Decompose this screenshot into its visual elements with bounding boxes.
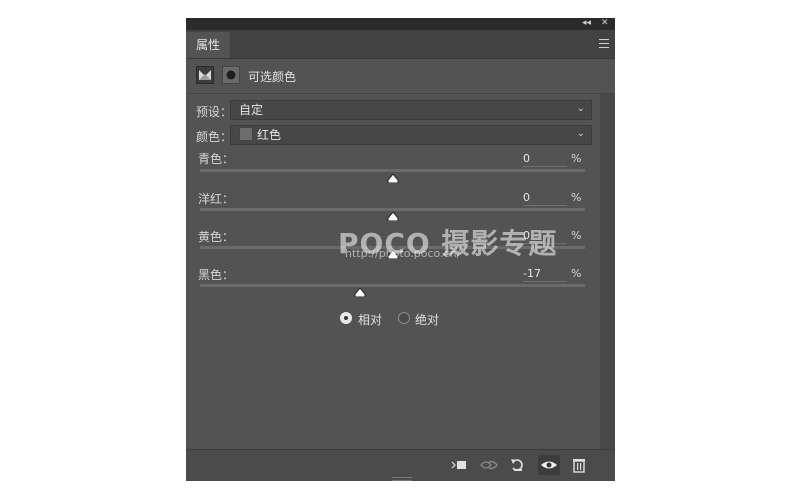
colors-value: 红色 (257, 128, 282, 142)
panel-bottom-toolbar (186, 449, 615, 481)
adjustment-mode-icon[interactable] (196, 66, 214, 84)
black-slider-track[interactable] (200, 284, 585, 287)
view-previous-icon[interactable] (478, 455, 500, 475)
preset-label: 预设： (196, 105, 233, 119)
absolute-radio[interactable] (398, 312, 410, 324)
cyan-slider-track[interactable] (200, 169, 585, 172)
panel-titlebar: ◂◂ ✕ (186, 18, 615, 30)
panel-tab-bar: 属性 (186, 30, 615, 59)
yellow-unit: % (571, 229, 582, 242)
chevron-down-icon: ⌄ (576, 128, 585, 139)
cyan-unit: % (571, 152, 582, 165)
colors-label: 颜色： (196, 130, 233, 144)
chevron-down-icon: ⌄ (576, 103, 585, 114)
watermark-url: http://photo.poco.cn/ (345, 247, 461, 260)
panel-menu-icon[interactable] (599, 39, 609, 48)
cyan-slider-knob[interactable] (387, 174, 399, 183)
preset-dropdown[interactable]: 自定 ⌄ (230, 100, 592, 120)
cyan-label: 青色： (198, 152, 235, 166)
black-label: 黑色： (198, 268, 235, 282)
tab-properties[interactable]: 属性 (186, 32, 230, 58)
close-icon[interactable]: ✕ (601, 17, 609, 29)
adjustment-title: 可选颜色 (248, 70, 297, 84)
yellow-label: 黄色： (198, 230, 235, 244)
black-value-input[interactable]: -17 (523, 267, 567, 282)
black-slider-knob[interactable] (354, 288, 366, 297)
adjustment-header: 可选颜色 (186, 59, 615, 94)
collapse-icon[interactable]: ◂◂ (582, 17, 591, 29)
clip-to-layer-icon[interactable] (448, 455, 470, 475)
colors-dropdown[interactable]: 红色 ⌄ (230, 125, 592, 145)
absolute-label: 绝对 (415, 313, 440, 327)
magenta-slider-knob[interactable] (387, 212, 399, 221)
reset-icon[interactable] (507, 455, 529, 475)
resize-grip[interactable] (392, 477, 412, 481)
color-swatch (239, 127, 253, 141)
panel-scrollbar[interactable] (600, 94, 615, 449)
mask-mode-icon[interactable] (222, 66, 240, 84)
magenta-label: 洋红： (198, 192, 235, 206)
magenta-slider-track[interactable] (200, 208, 585, 211)
magenta-value-input[interactable]: 0 (523, 191, 567, 206)
cyan-value-input[interactable]: 0 (523, 152, 567, 167)
visibility-eye-icon[interactable] (538, 455, 560, 475)
black-unit: % (571, 267, 582, 280)
relative-radio[interactable] (340, 312, 352, 324)
preset-value: 自定 (239, 103, 264, 117)
relative-label: 相对 (358, 313, 383, 327)
trash-icon[interactable] (568, 455, 590, 475)
magenta-unit: % (571, 191, 582, 204)
